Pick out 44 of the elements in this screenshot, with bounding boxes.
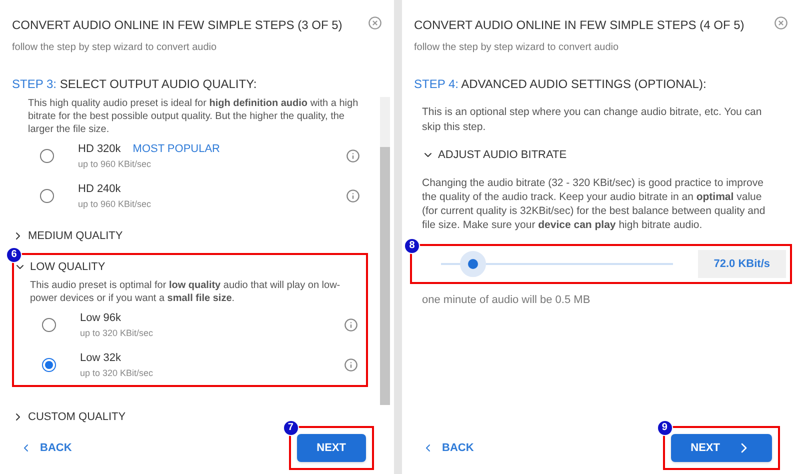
option-label: Low 96k (80, 311, 121, 326)
option-label: HD 240k (78, 182, 121, 197)
callout-number: 8 (404, 238, 420, 254)
radio-button[interactable] (42, 358, 56, 372)
radio-button[interactable] (40, 149, 54, 163)
info-icon[interactable] (346, 149, 360, 163)
option-rate: up to 960 KBit/sec (78, 158, 152, 171)
option-label: Low 32k (80, 351, 121, 366)
section-toggle[interactable]: CUSTOM QUALITY (12, 409, 126, 426)
info-icon[interactable] (344, 358, 358, 372)
back-button[interactable]: BACK (20, 440, 72, 456)
option-label: HD 320k (78, 142, 121, 157)
dialog-subtitle: follow the step by step wizard to convert audio (414, 41, 620, 55)
bitrate-reading: 72.0 KBit/s (698, 250, 786, 278)
close-icon[interactable] (774, 16, 788, 30)
section-toggle[interactable]: MEDIUM QUALITY (12, 228, 123, 244)
dialog-title: CONVERT AUDIO ONLINE IN FEW SIMPLE STEPS (4 OF 5) (414, 17, 744, 34)
preset-description: This audio preset is optimal for low quality audio that will play on low-power devices or if you want a small file size. (29, 279, 342, 305)
radio-button[interactable] (42, 318, 56, 332)
dialog-subtitle: follow the step by step wizard to convert audio (12, 41, 218, 55)
radio-button[interactable] (40, 189, 54, 203)
close-icon[interactable] (368, 16, 382, 30)
callout-number: 9 (656, 420, 673, 436)
step-heading: STEP 3: SELECT OUTPUT AUDIO QUALITY: (12, 76, 258, 93)
info-icon[interactable] (346, 189, 360, 203)
preset-description: This high quality audio preset is ideal for high definition audio with a high bitrate for the best possible output quality. But the higher the quality, the larger the file size. (27, 97, 360, 136)
option-rate: up to 960 KBit/sec (78, 198, 152, 211)
popular-tag: MOST POPULAR (132, 141, 220, 158)
back-button[interactable]: BACK (422, 440, 474, 456)
option-rate: up to 320 KBit/sec (80, 326, 154, 340)
callout-number: 7 (282, 420, 299, 436)
step-description: This is an optional step where you can change audio bitrate, etc. You can skip this step. (422, 105, 763, 135)
section-toggle[interactable]: ADJUST AUDIO BITRATE (422, 147, 567, 164)
option-rate: up to 320 KBit/sec (80, 366, 154, 380)
next-button[interactable]: NEXT (670, 434, 772, 462)
info-icon[interactable] (344, 318, 358, 332)
step-heading: STEP 4: ADVANCED AUDIO SETTINGS (OPTIONAL): (414, 76, 708, 93)
slider-thumb[interactable] (460, 250, 486, 277)
size-note: one minute of audio will be 0.5 MB (422, 293, 592, 308)
next-button[interactable]: NEXT (296, 434, 366, 462)
callout-number: 6 (6, 246, 22, 262)
scrollbar[interactable] (380, 97, 390, 405)
dialog-title: CONVERT AUDIO ONLINE IN FEW SIMPLE STEPS (3 OF 5) (12, 17, 342, 34)
bitrate-description: Changing the audio bitrate (32 - 320 KBit/sec) is good practice to improve the quality of the audio track. Keep your audio bitrate in an optimal value (for current quality is 32KBit/sec) for the best balance between quality and file size. Make sure your device can play high bitrate audio. (422, 176, 766, 232)
